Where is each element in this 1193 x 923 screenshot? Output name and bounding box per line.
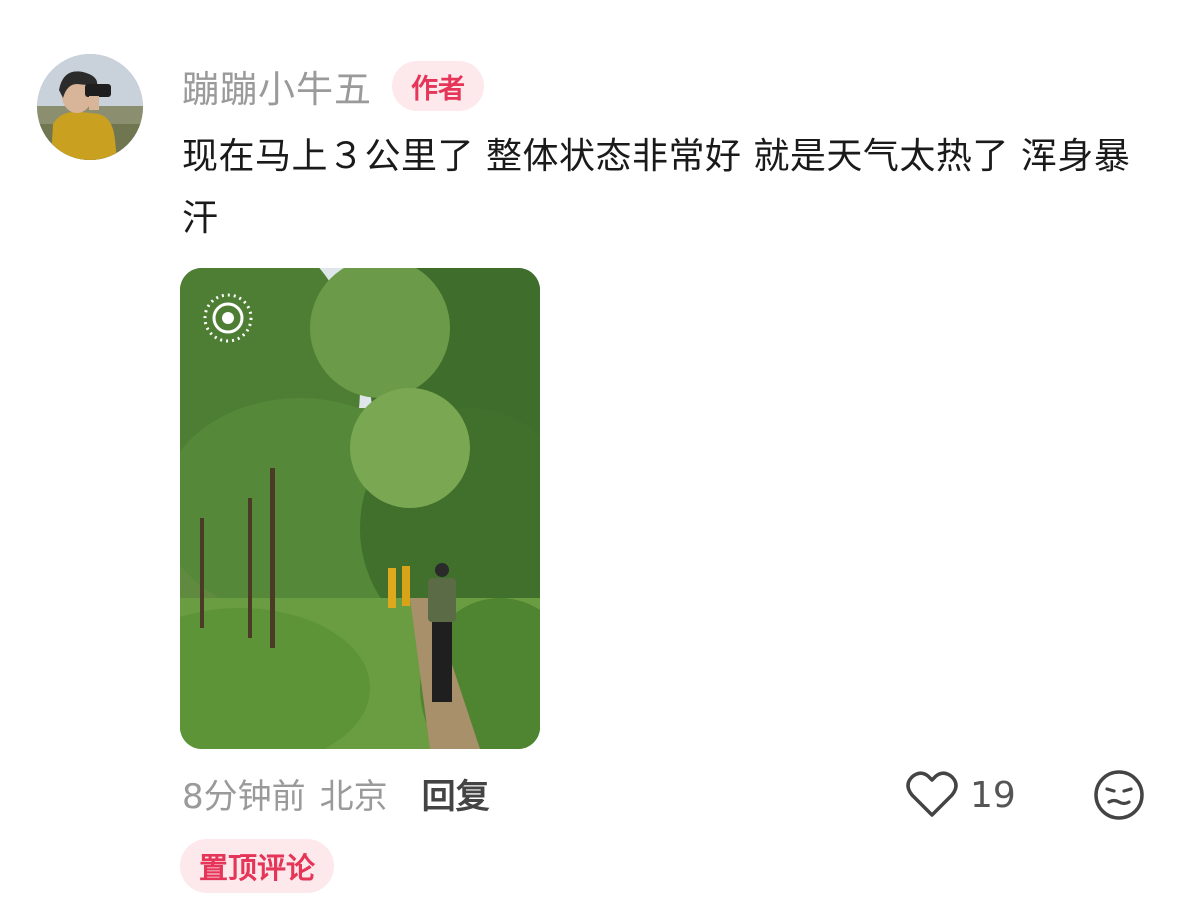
emoji-face-icon[interactable] bbox=[1092, 768, 1146, 822]
comment-photo[interactable] bbox=[180, 268, 540, 749]
comment-header: 蹦蹦小牛五 作者 bbox=[182, 58, 484, 114]
like-button[interactable]: 19 bbox=[906, 768, 1016, 822]
heart-icon[interactable] bbox=[906, 771, 958, 819]
reply-button[interactable]: 回复 bbox=[422, 769, 490, 818]
like-count: 19 bbox=[970, 774, 1016, 816]
avatar[interactable] bbox=[37, 54, 143, 160]
comment-text: 现在马上３公里了 整体状态非常好 就是天气太热了 浑身暴汗 bbox=[182, 136, 1131, 239]
author-badge: 作者 bbox=[392, 61, 484, 111]
comment-location: 北京 bbox=[319, 776, 388, 817]
pinned-comment-badge: 置顶评论 bbox=[180, 839, 335, 893]
username[interactable]: 蹦蹦小牛五 bbox=[182, 59, 372, 113]
live-photo-icon bbox=[202, 292, 254, 344]
avatar-image bbox=[37, 54, 143, 160]
comment-time: 8分钟前 bbox=[182, 776, 306, 817]
comment-meta: 8分钟前 北京 回复 bbox=[182, 768, 490, 818]
